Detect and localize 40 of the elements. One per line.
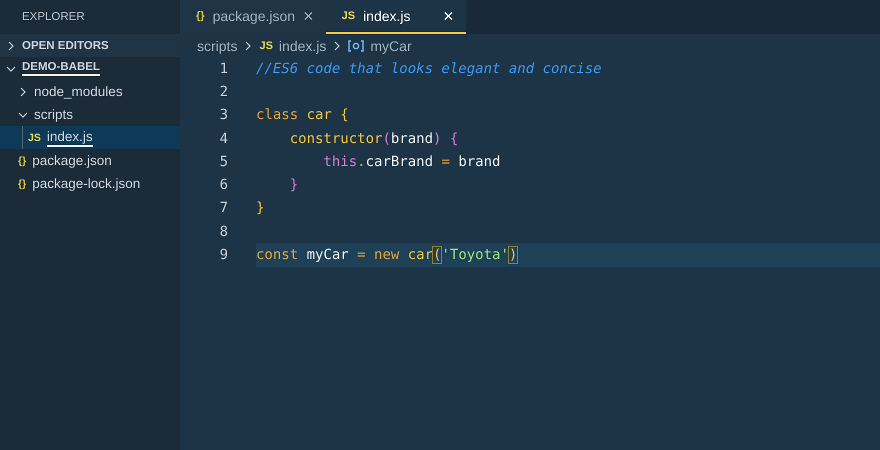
tab-label: index.js [363, 8, 411, 24]
line-number: 8 [218, 224, 228, 240]
tree-item[interactable]: package.json [32, 153, 112, 168]
code-line: constructor(brand) { [288, 130, 460, 149]
close-icon[interactable]: × [303, 6, 314, 26]
line-number: 1 [218, 60, 228, 77]
breadcrumb-separator-icon [243, 40, 254, 50]
breadcrumb-item[interactable]: index.js [278, 38, 326, 54]
code-line: } [256, 199, 266, 218]
line-number: 9 [218, 247, 228, 264]
variable-icon [348, 40, 364, 52]
code-line: class car { [256, 106, 350, 126]
breadcrumb-item[interactable]: scripts [197, 38, 238, 54]
close-icon[interactable]: × [443, 6, 454, 26]
file-type-icon: JS [28, 132, 41, 144]
tree-item[interactable]: node_modules [34, 84, 123, 99]
line-number: 4 [218, 130, 228, 147]
editor-tab[interactable]: {} package.json × [180, 0, 326, 34]
line-number: 6 [218, 177, 228, 194]
code-line: //ES6 code that looks elegant and concise [256, 60, 603, 79]
line-number: 7 [218, 200, 228, 216]
editor-tab[interactable]: JS index.js × [326, 0, 466, 34]
file-type-icon: {} [196, 10, 205, 22]
tree-item[interactable]: package-lock.json [32, 176, 140, 191]
breadcrumb-item[interactable]: myCar [370, 38, 412, 54]
line-number: 3 [218, 107, 228, 124]
explorer-title: EXPLORER [21, 10, 86, 25]
file-type-icon: {} [18, 154, 26, 166]
file-type-icon: JS [259, 40, 273, 52]
breadcrumb-separator-icon [332, 40, 342, 50]
section-header[interactable]: DEMO-BABEL [22, 61, 100, 76]
tree-item[interactable]: index.js [46, 128, 93, 146]
tree-item[interactable]: scripts [34, 107, 74, 122]
code-line: this.carBrand = brand [322, 152, 502, 172]
line-number: 5 [218, 154, 228, 170]
file-type-icon: JS [342, 10, 356, 22]
line-number: 2 [218, 84, 228, 100]
tab-label: package.json [212, 8, 296, 24]
file-type-icon: {} [18, 178, 26, 190]
code-line: } [288, 176, 300, 196]
